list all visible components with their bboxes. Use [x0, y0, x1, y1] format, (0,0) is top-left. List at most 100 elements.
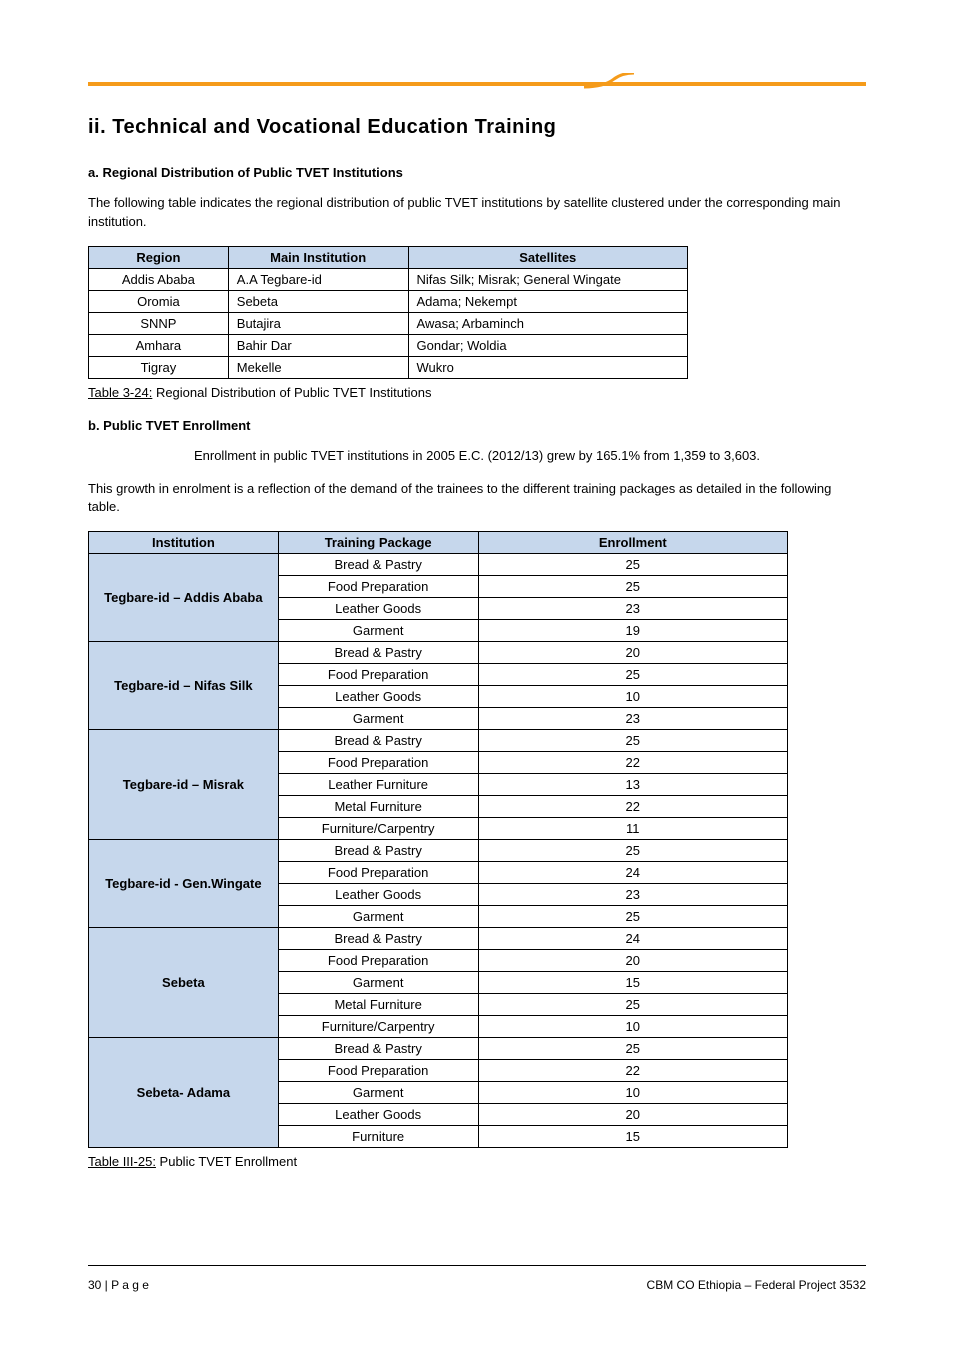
table-cell: Gondar; Woldia [408, 334, 687, 356]
table-cell: Leather Goods [278, 598, 478, 620]
th-institution: Institution [89, 532, 279, 554]
table-cell: Tigray [89, 356, 229, 378]
table-cell: Leather Goods [278, 884, 478, 906]
table-cell: Nifas Silk; Misrak; General Wingate [408, 268, 687, 290]
table-cell: Bread & Pastry [278, 928, 478, 950]
table-row: Tegbare-id – Addis AbabaBread & Pastry25 [89, 554, 788, 576]
section-a-intro: The following table indicates the region… [88, 194, 866, 232]
section-b-para-2: This growth in enrolment is a reflection… [88, 480, 866, 518]
table-cell: Garment [278, 1082, 478, 1104]
table-cell: Butajira [228, 312, 408, 334]
table-row: SebetaBread & Pastry24 [89, 928, 788, 950]
table-row: Tegbare-id - Gen.WingateBread & Pastry25 [89, 840, 788, 862]
th-region: Region [89, 246, 229, 268]
table-cell: 23 [478, 598, 787, 620]
table-cell: 19 [478, 620, 787, 642]
table-cell: 20 [478, 950, 787, 972]
table-rowhead: Tegbare-id – Nifas Silk [89, 642, 279, 730]
table-cell: 25 [478, 554, 787, 576]
table-cell: Amhara [89, 334, 229, 356]
table-cell: 24 [478, 928, 787, 950]
table-rowhead: Tegbare-id - Gen.Wingate [89, 840, 279, 928]
table-cell: SNNP [89, 312, 229, 334]
th-training-package: Training Package [278, 532, 478, 554]
table-cell: 25 [478, 730, 787, 752]
table-regional-distribution: Region Main Institution Satellites Addis… [88, 246, 688, 379]
table-cell: Wukro [408, 356, 687, 378]
footer-page-number: 30 | P a g e [88, 1278, 149, 1292]
table-cell: Furniture/Carpentry [278, 818, 478, 840]
th-enrollment: Enrollment [478, 532, 787, 554]
table-row: Sebeta- AdamaBread & Pastry25 [89, 1038, 788, 1060]
table1-caption: Table 3-24: Regional Distribution of Pub… [88, 385, 866, 400]
table-cell: Leather Furniture [278, 774, 478, 796]
table-row: AmharaBahir DarGondar; Woldia [89, 334, 688, 356]
section-a-heading: a. Regional Distribution of Public TVET … [88, 165, 866, 180]
table1-caption-text: Regional Distribution of Public TVET Ins… [152, 385, 431, 400]
table-cell: 15 [478, 1126, 787, 1148]
table-rowhead: Tegbare-id – Misrak [89, 730, 279, 840]
table-cell: Bahir Dar [228, 334, 408, 356]
table-cell: Metal Furniture [278, 994, 478, 1016]
page-title: ii. Technical and Vocational Education T… [88, 116, 866, 139]
table-cell: 23 [478, 884, 787, 906]
table-cell: Garment [278, 906, 478, 928]
table-row: OromiaSebetaAdama; Nekempt [89, 290, 688, 312]
table-cell: 10 [478, 1082, 787, 1104]
table2-caption-text: Public TVET Enrollment [156, 1154, 297, 1169]
table-cell: 10 [478, 1016, 787, 1038]
table-cell: Metal Furniture [278, 796, 478, 818]
table-cell: Furniture [278, 1126, 478, 1148]
table-cell: Food Preparation [278, 576, 478, 598]
table-cell: 20 [478, 1104, 787, 1126]
table-cell: Bread & Pastry [278, 642, 478, 664]
table-cell: 25 [478, 664, 787, 686]
table-cell: Food Preparation [278, 752, 478, 774]
table-row: Tegbare-id – MisrakBread & Pastry25 [89, 730, 788, 752]
table-cell: Garment [278, 708, 478, 730]
table-cell: 25 [478, 906, 787, 928]
table-cell: 25 [478, 1038, 787, 1060]
table-cell: 25 [478, 994, 787, 1016]
table-cell: 10 [478, 686, 787, 708]
table-cell: Food Preparation [278, 950, 478, 972]
table-row: Tegbare-id – Nifas SilkBread & Pastry20 [89, 642, 788, 664]
footer-project: CBM CO Ethiopia – Federal Project 3532 [647, 1278, 866, 1292]
table1-caption-number: Table 3-24: [88, 385, 152, 400]
header-rule-line [88, 82, 866, 86]
table-cell: Bread & Pastry [278, 554, 478, 576]
table-cell: Bread & Pastry [278, 730, 478, 752]
table-cell: 15 [478, 972, 787, 994]
table-cell: 23 [478, 708, 787, 730]
table-cell: A.A Tegbare-id [228, 268, 408, 290]
table-cell: Food Preparation [278, 862, 478, 884]
footer: 30 | P a g e CBM CO Ethiopia – Federal P… [88, 1278, 866, 1292]
table-rowhead: Sebeta [89, 928, 279, 1038]
table-cell: 25 [478, 576, 787, 598]
header-rule-swoop [584, 73, 634, 89]
table-cell: 25 [478, 840, 787, 862]
table-cell: Addis Ababa [89, 268, 229, 290]
table-cell: 20 [478, 642, 787, 664]
th-main-institution: Main Institution [228, 246, 408, 268]
table-cell: Bread & Pastry [278, 840, 478, 862]
table-cell: Mekelle [228, 356, 408, 378]
header-rule [88, 78, 866, 88]
table-cell: Furniture/Carpentry [278, 1016, 478, 1038]
table-row: Region Main Institution Satellites [89, 246, 688, 268]
table-cell: Leather Goods [278, 1104, 478, 1126]
table-cell: 22 [478, 1060, 787, 1082]
table-row: TigrayMekelleWukro [89, 356, 688, 378]
table-cell: Garment [278, 972, 478, 994]
table-enrollment: Institution Training Package Enrollment … [88, 531, 788, 1148]
table-cell: Sebeta [228, 290, 408, 312]
table-cell: 13 [478, 774, 787, 796]
th-satellites: Satellites [408, 246, 687, 268]
table-cell: Bread & Pastry [278, 1038, 478, 1060]
footer-rule [88, 1265, 866, 1266]
table2-caption-number: Table III-25: [88, 1154, 156, 1169]
table-cell: Awasa; Arbaminch [408, 312, 687, 334]
table-row: Institution Training Package Enrollment [89, 532, 788, 554]
table-row: Addis AbabaA.A Tegbare-idNifas Silk; Mis… [89, 268, 688, 290]
table2-caption: Table III-25: Public TVET Enrollment [88, 1154, 866, 1169]
